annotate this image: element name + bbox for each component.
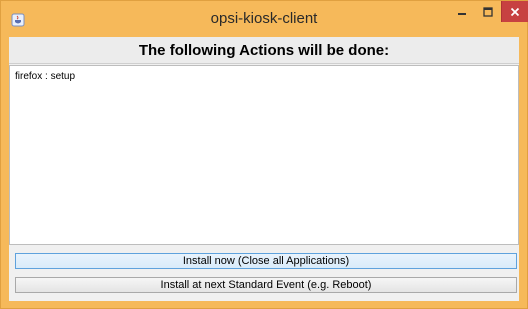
close-button[interactable] [501, 1, 528, 22]
dialog-content: The following Actions will be done: fire… [9, 37, 519, 301]
page-title: The following Actions will be done: [138, 42, 390, 59]
list-item: firefox : setup [15, 71, 76, 82]
app-window: opsi-kiosk-client The following Actions … [0, 0, 528, 309]
minimize-button[interactable] [449, 1, 475, 22]
maximize-button[interactable] [475, 1, 501, 22]
header-bar: The following Actions will be done: [9, 37, 519, 64]
minimize-icon [458, 12, 466, 15]
maximize-icon [483, 6, 493, 17]
install-now-button[interactable]: Install now (Close all Applications) [15, 253, 517, 269]
install-later-button[interactable]: Install at next Standard Event (e.g. Reb… [15, 277, 517, 293]
title-bar[interactable]: opsi-kiosk-client [1, 1, 528, 37]
actions-list[interactable]: firefox : setup [9, 65, 519, 245]
close-icon [510, 7, 520, 16]
